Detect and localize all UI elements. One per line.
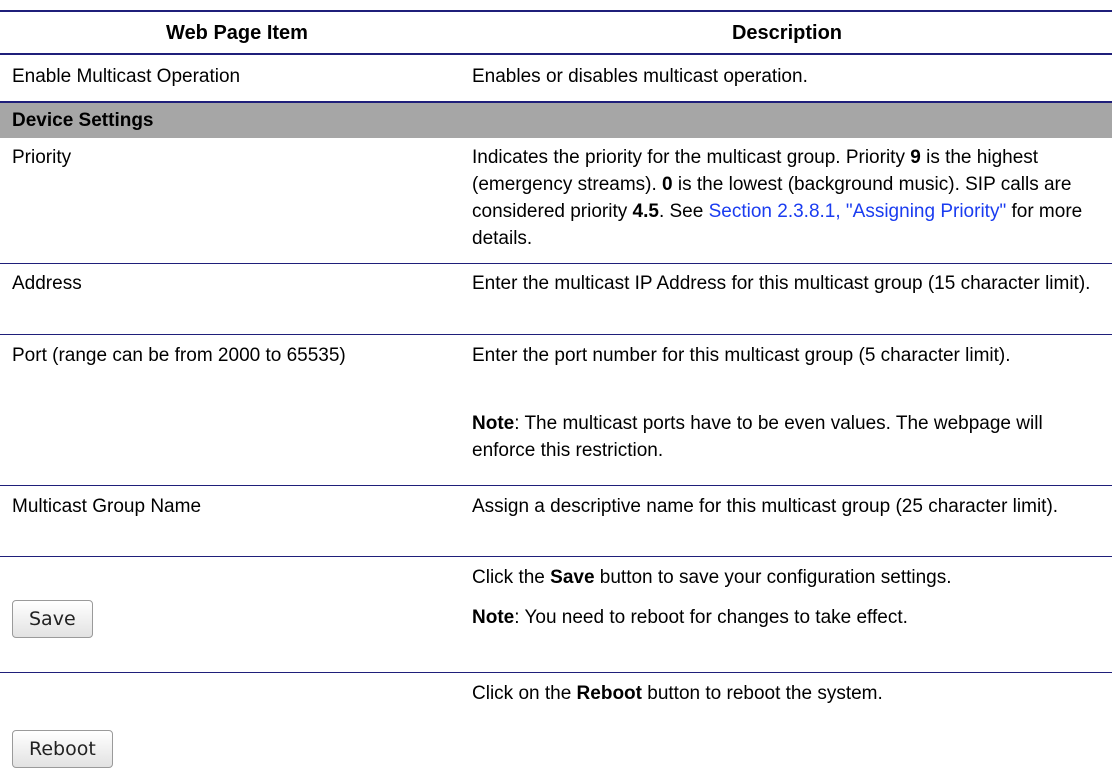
desc-priority: Indicates the priority for the multicast… (472, 147, 1083, 249)
header-description: Description (731, 22, 843, 44)
table-top-rule (0, 10, 1112, 12)
section-device-settings: Device Settings (0, 101, 1112, 138)
desc-enable-multicast: Enables or disables multicast operation. (472, 66, 808, 87)
save-button[interactable]: Save (12, 600, 93, 638)
header-web-page-item: Web Page Item (166, 22, 308, 44)
note-port: Note: The multicast ports have to be eve… (472, 413, 1043, 461)
note-save: Note: You need to reboot for changes to … (472, 607, 908, 628)
header-bottom-rule (0, 53, 1112, 55)
assigning-priority-link[interactable]: Section 2.3.8.1, "Assigning Priority" (709, 201, 1007, 222)
section-title: Device Settings (12, 110, 154, 131)
item-address: Address (12, 273, 82, 294)
reboot-button[interactable]: Reboot (12, 730, 113, 768)
item-priority: Priority (12, 147, 72, 168)
item-port: Port (range can be from 2000 to 65535) (12, 345, 346, 366)
item-group-name: Multicast Group Name (12, 496, 202, 517)
item-enable-multicast: Enable Multicast Operation (12, 66, 241, 87)
desc-address: Enter the multicast IP Address for this … (472, 273, 1091, 294)
desc-group-name: Assign a descriptive name for this multi… (472, 496, 1059, 517)
desc-port: Enter the port number for this multicast… (472, 345, 1011, 366)
desc-reboot: Click on the Reboot button to reboot the… (472, 683, 883, 704)
desc-save: Click the Save button to save your confi… (472, 567, 952, 588)
